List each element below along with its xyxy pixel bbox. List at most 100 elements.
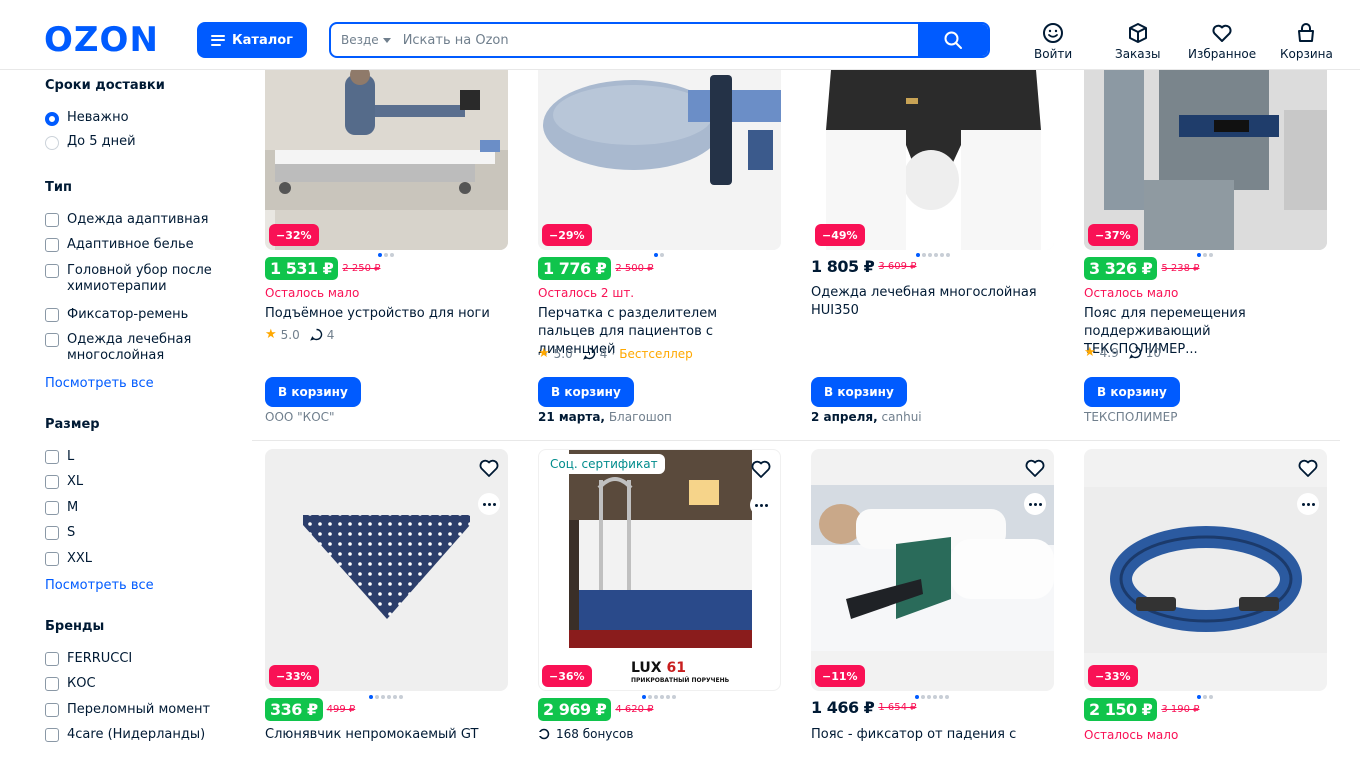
checkbox[interactable] — [45, 213, 59, 227]
checkbox[interactable] — [45, 526, 59, 540]
catalog-button[interactable]: Каталог — [197, 22, 307, 58]
checkbox[interactable] — [45, 264, 59, 278]
seller-name: Благошоп — [608, 410, 672, 424]
price-row: 2 969 ₽ 4 620 ₽ — [538, 698, 653, 721]
product-title[interactable]: Одежда лечебная многослойная HUI350 — [811, 284, 1051, 320]
radio-option-any[interactable]: Неважно — [45, 110, 129, 126]
more-options-icon[interactable] — [750, 494, 772, 516]
more-options-icon[interactable] — [1024, 493, 1046, 515]
product-title[interactable]: Слюнявчик непромокаемый GT — [265, 726, 505, 744]
checkbox[interactable] — [45, 333, 59, 347]
checkbox-type-4[interactable]: Одежда лечебная многослойная — [45, 332, 205, 364]
checkbox-type-1[interactable]: Адаптивное белье — [45, 237, 194, 253]
product-image[interactable] — [1084, 449, 1327, 691]
orders-button[interactable]: Заказы — [1115, 22, 1161, 61]
product-photo — [811, 70, 1054, 250]
checkbox-size-1[interactable]: XL — [45, 474, 83, 490]
checkbox[interactable] — [45, 703, 59, 717]
search-input[interactable] — [396, 24, 918, 56]
product-image[interactable] — [265, 449, 508, 691]
rating-value: 5.0 — [280, 327, 300, 342]
search-button[interactable] — [918, 24, 988, 56]
product-title[interactable]: Пояс - фиксатор от падения с — [811, 726, 1051, 744]
see-all-sizes-link[interactable]: Посмотреть все — [45, 578, 154, 593]
discount-badge: −36% — [542, 665, 592, 687]
old-price: 1 654 ₽ — [878, 702, 917, 713]
review-count: 10 — [1145, 345, 1162, 360]
checkbox-brand-1[interactable]: КОС — [45, 676, 96, 692]
product-card[interactable]: −29% 1 776 ₽ 2 500 ₽ Осталось 2 шт. Перч… — [538, 70, 781, 440]
product-photo — [811, 485, 1054, 651]
radio-checked[interactable] — [45, 112, 59, 126]
checkbox-label: Одежда лечебная многослойная — [67, 332, 192, 363]
product-card[interactable]: −33% 336 ₽ 499 ₽ Слюнявчик непромокаемый… — [265, 449, 508, 766]
product-photo — [1084, 70, 1327, 250]
price: 1 466 ₽ — [811, 698, 875, 717]
radio-option-5days[interactable]: До 5 дней — [45, 134, 136, 150]
price-row: 2 150 ₽ 3 190 ₽ — [1084, 698, 1199, 721]
radio-label: До 5 дней — [67, 134, 136, 149]
product-image[interactable] — [1084, 70, 1327, 250]
product-image[interactable] — [811, 70, 1054, 250]
checkbox[interactable] — [45, 308, 59, 322]
old-price: 3 190 ₽ — [1161, 704, 1200, 715]
checkbox-brand-3[interactable]: 4care (Нидерланды) — [45, 727, 205, 743]
old-price: 5 238 ₽ — [1161, 263, 1200, 274]
add-to-cart-button[interactable]: В корзину — [1084, 377, 1180, 407]
cart-button[interactable]: Корзина — [1280, 22, 1333, 61]
heart-icon[interactable] — [1024, 457, 1046, 479]
checkbox-type-3[interactable]: Фиксатор-ремень — [45, 307, 188, 323]
checkbox[interactable] — [45, 652, 59, 666]
product-card[interactable]: −32% 1 531 ₽ 2 250 ₽ Осталось мало Подъё… — [265, 70, 508, 440]
checkbox-brand-0[interactable]: FERRUCCI — [45, 651, 132, 667]
checkbox-brand-2[interactable]: Переломный момент — [45, 702, 210, 718]
product-card[interactable]: −37% 3 326 ₽ 5 238 ₽ Осталось мало Пояс … — [1084, 70, 1327, 440]
product-image[interactable] — [811, 449, 1054, 691]
add-to-cart-button[interactable]: В корзину — [811, 377, 907, 407]
product-image[interactable] — [538, 70, 781, 250]
menu-icon — [211, 34, 226, 46]
checkbox-size-3[interactable]: S — [45, 525, 75, 541]
login-button[interactable]: Войти — [1034, 22, 1072, 61]
radio-unchecked[interactable] — [45, 136, 59, 150]
image-dots — [915, 695, 949, 699]
ozon-logo[interactable]: OZON — [44, 22, 159, 58]
favorites-button[interactable]: Избранное — [1188, 22, 1256, 61]
product-image[interactable] — [265, 70, 508, 250]
checkbox[interactable] — [45, 677, 59, 691]
checkbox[interactable] — [45, 728, 59, 742]
product-image[interactable]: LUX 61 ПРИКРОВАТНЫЙ ПОРУЧЕНЬ Соц. сертиф… — [538, 449, 781, 691]
add-to-cart-button[interactable]: В корзину — [538, 377, 634, 407]
checkbox[interactable] — [45, 552, 59, 566]
rating-value: 4.9 — [1099, 345, 1119, 360]
heart-icon[interactable] — [750, 458, 772, 480]
product-card[interactable]: −11% 1 466 ₽ 1 654 ₽ Пояс - фиксатор от … — [811, 449, 1054, 766]
checkbox[interactable] — [45, 450, 59, 464]
radio-label: Неважно — [67, 110, 129, 125]
review-count: 4 — [326, 327, 335, 342]
checkbox[interactable] — [45, 475, 59, 489]
login-label: Войти — [1034, 47, 1073, 61]
checkbox-size-2[interactable]: M — [45, 500, 78, 516]
more-options-icon[interactable] — [478, 493, 500, 515]
seller-name: ООО "КОС" — [265, 410, 335, 424]
price-row: 336 ₽ 499 ₽ — [265, 698, 355, 721]
checkbox-label: Переломный момент — [67, 702, 211, 717]
checkbox-type-2[interactable]: Головной убор после химиотерапии — [45, 263, 215, 295]
search-scope-select[interactable]: Везде — [331, 24, 397, 56]
checkbox-size-4[interactable]: XXL — [45, 551, 92, 567]
checkbox[interactable] — [45, 238, 59, 252]
checkbox[interactable] — [45, 501, 59, 515]
more-options-icon[interactable] — [1297, 493, 1319, 515]
heart-icon[interactable] — [478, 457, 500, 479]
product-card[interactable]: −49% 1 805 ₽ 3 609 ₽ Одежда лечебная мно… — [811, 70, 1054, 440]
product-card[interactable]: −33% 2 150 ₽ 3 190 ₽ Осталось мало — [1084, 449, 1327, 766]
checkbox-type-0[interactable]: Одежда адаптивная — [45, 212, 208, 228]
checkbox-size-0[interactable]: L — [45, 449, 74, 465]
add-to-cart-button[interactable]: В корзину — [265, 377, 361, 407]
product-card[interactable]: LUX 61 ПРИКРОВАТНЫЙ ПОРУЧЕНЬ Соц. сертиф… — [538, 449, 781, 766]
see-all-types-link[interactable]: Посмотреть все — [45, 376, 154, 391]
heart-icon[interactable] — [1297, 457, 1319, 479]
old-price: 2 500 ₽ — [615, 263, 654, 274]
product-title[interactable]: Подъёмное устройство для ноги — [265, 305, 505, 323]
